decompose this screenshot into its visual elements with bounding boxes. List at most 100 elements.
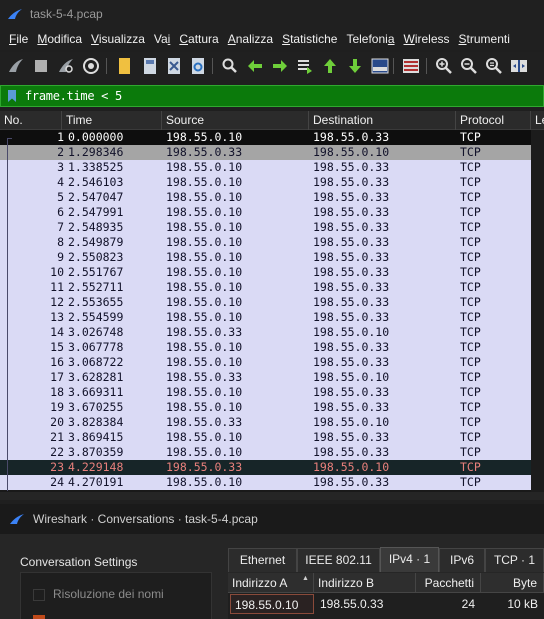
tab-conversation[interactable]: IPv6 [439,548,485,572]
column-header[interactable]: Source [162,111,309,130]
menu-item[interactable]: Visualizza [82,32,145,46]
packet-row[interactable]: 22 3.870359 198.55.0.10 198.55.0.33 TCP [0,445,531,460]
close-file-icon [168,58,180,74]
zoom-out-icon[interactable] [459,56,479,76]
column-header[interactable]: No. [0,111,62,130]
go-forward-icon[interactable] [270,56,290,76]
conversation-address-a[interactable]: 198.55.0.10 [230,594,314,614]
menu-item[interactable]: Vai [145,32,170,46]
go-to-packet-icon [298,60,312,74]
conversation-column-header[interactable]: Byte [481,573,544,593]
packet-time: 2.549879 [68,235,124,249]
packet-row[interactable]: 1 0.000000 198.55.0.10 198.55.0.33 TCP [0,130,531,145]
menu-item-accelerator: S [458,32,467,46]
conversation-packets[interactable]: 24 [418,594,481,614]
tab-conversation[interactable]: IEEE 802.11 [297,548,380,572]
colorize-icon[interactable] [401,56,421,76]
packet-row[interactable]: 17 3.628281 198.55.0.33 198.55.0.10 TCP [0,370,531,385]
name-resolution-checkbox[interactable] [33,589,45,601]
conversation-bytes[interactable]: 10 kB [483,594,544,614]
packet-row[interactable]: 5 2.547047 198.55.0.10 198.55.0.33 TCP [0,190,531,205]
packet-row[interactable]: 20 3.828384 198.55.0.33 198.55.0.10 TCP [0,415,531,430]
packet-row[interactable]: 16 3.068722 198.55.0.10 198.55.0.33 TCP [0,355,531,370]
conversation-column-header[interactable]: Indirizzo B [314,573,416,593]
packet-list-hscroll[interactable] [0,492,544,500]
go-back-icon[interactable] [245,56,265,76]
tab-conversation[interactable]: IPv4 · 1 [380,547,439,572]
menu-item[interactable]: Cattura [170,32,218,46]
menu-item[interactable]: Statistiche [273,32,337,46]
tab-conversation[interactable]: Ethernet [228,548,297,572]
menu-item[interactable]: File [0,32,28,46]
packet-number: 5 [57,190,64,204]
packet-source: 198.55.0.10 [166,250,243,264]
menu-item[interactable]: Wireless [395,32,450,46]
settings-checkbox[interactable] [33,615,45,619]
stop-capture-icon[interactable] [31,56,51,76]
packet-number: 12 [50,295,64,309]
column-header[interactable]: Time [62,111,162,130]
auto-scroll-icon[interactable] [370,56,390,76]
packet-row[interactable]: 19 3.670255 198.55.0.10 198.55.0.33 TCP [0,400,531,415]
last-packet-icon [349,59,361,73]
packet-row[interactable]: 3 1.338525 198.55.0.10 198.55.0.33 TCP [0,160,531,175]
go-to-packet-icon[interactable] [295,56,315,76]
resize-columns-icon[interactable] [509,56,529,76]
restart-capture-icon[interactable] [56,56,76,76]
conversation-column-header[interactable]: Pacchetti [416,573,481,593]
menu-item-label-post: ile [16,32,29,46]
packet-row[interactable]: 12 2.553655 198.55.0.10 198.55.0.33 TCP [0,295,531,310]
packet-list-header: No.TimeSourceDestinationProtocolLe [0,111,544,130]
packet-row[interactable]: 7 2.548935 198.55.0.10 198.55.0.33 TCP [0,220,531,235]
packet-time: 3.068722 [68,355,124,369]
first-packet-icon[interactable] [320,56,340,76]
display-filter-input[interactable]: frame.time < 5 [25,89,122,103]
column-header[interactable]: Destination [309,111,456,130]
packet-time: 3.669311 [68,385,124,399]
packet-source: 198.55.0.33 [166,370,243,384]
packet-row[interactable]: 4 2.546103 198.55.0.10 198.55.0.33 TCP [0,175,531,190]
packet-row[interactable]: 18 3.669311 198.55.0.10 198.55.0.33 TCP [0,385,531,400]
packet-row[interactable]: 14 3.026748 198.55.0.33 198.55.0.10 TCP [0,325,531,340]
menu-item[interactable]: Telefonia [337,32,394,46]
packet-row[interactable]: 24 4.270191 198.55.0.10 198.55.0.33 TCP [0,475,531,490]
last-packet-icon[interactable] [345,56,365,76]
menu-item[interactable]: Analizza [219,32,273,46]
packet-row[interactable]: 8 2.549879 198.55.0.10 198.55.0.33 TCP [0,235,531,250]
sort-ascending-icon: ▲ [302,575,309,582]
column-header[interactable]: Protocol [456,111,531,130]
packet-row[interactable]: 21 3.869415 198.55.0.10 198.55.0.33 TCP [0,430,531,445]
packet-row[interactable]: 6 2.547991 198.55.0.10 198.55.0.33 TCP [0,205,531,220]
menu-item-accelerator: A [227,32,236,46]
capture-options-icon[interactable] [81,56,101,76]
normal-size-icon[interactable] [484,56,504,76]
packet-row[interactable]: 9 2.550823 198.55.0.10 198.55.0.33 TCP [0,250,531,265]
zoom-in-icon[interactable] [434,56,454,76]
packet-row[interactable]: 13 2.554599 198.55.0.10 198.55.0.33 TCP [0,310,531,325]
bookmark-icon[interactable] [7,89,17,103]
display-filter-bar[interactable]: frame.time < 5 [0,85,544,107]
close-file-icon[interactable] [164,56,184,76]
packet-row[interactable]: 10 2.551767 198.55.0.10 198.55.0.33 TCP [0,265,531,280]
packet-row[interactable]: 2 1.298346 198.55.0.33 198.55.0.10 TCP [0,145,531,160]
find-packet-icon[interactable] [220,56,240,76]
packet-row[interactable]: 23 4.229148 198.55.0.33 198.55.0.10 TCP [0,460,531,475]
menu-item[interactable]: Strumenti [450,32,510,46]
conversation-table[interactable]: Indirizzo A Indirizzo B Pacchetti Byte ▲ 198.… [228,573,544,619]
reload-file-icon[interactable] [188,56,208,76]
wireshark-app: task-5-4.pcap File Modifica Visualizza Vai C… [0,0,544,619]
column-header[interactable]: Le [531,111,544,130]
menu-item[interactable]: Modifica [28,32,82,46]
packet-source: 198.55.0.10 [166,430,243,444]
packet-row[interactable]: 11 2.552711 198.55.0.10 198.55.0.33 TCP [0,280,531,295]
packet-list[interactable]: No.TimeSourceDestinationProtocolLe 1 0.00… [0,111,544,494]
save-file-icon[interactable] [140,56,160,76]
packet-list-vscroll[interactable] [531,130,544,494]
reload-file-icon [192,58,204,74]
start-capture-icon[interactable] [6,56,26,76]
tab-conversation[interactable]: TCP · 1 [485,548,544,572]
open-file-icon[interactable] [115,56,135,76]
packet-row[interactable]: 15 3.067778 198.55.0.10 198.55.0.33 TCP [0,340,531,355]
conversation-address-b[interactable]: 198.55.0.33 [316,594,416,614]
packet-time: 2.548935 [68,220,124,234]
